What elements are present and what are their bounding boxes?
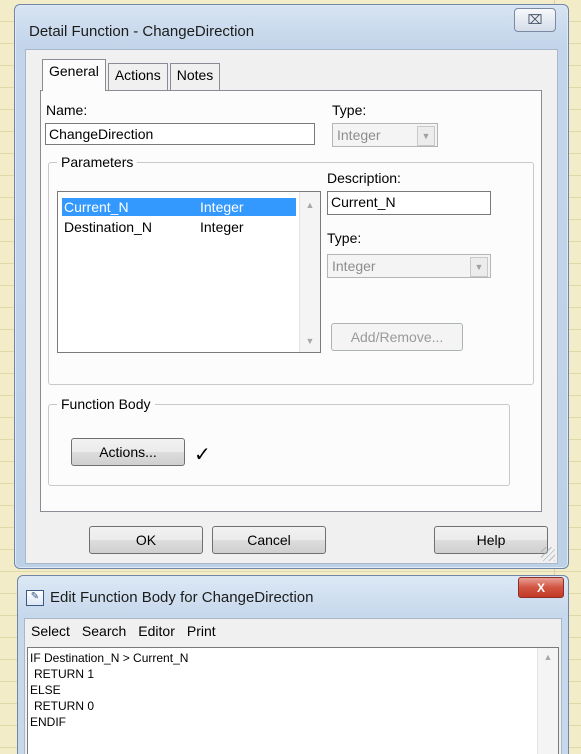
- checkmark-icon: ✓: [194, 444, 211, 466]
- dialog-title: Detail Function - ChangeDirection: [29, 23, 255, 40]
- code-line: IF Destination_N > Current_N: [30, 651, 189, 665]
- code-line: ENDIF: [30, 715, 66, 729]
- code-line: RETURN 1: [34, 667, 95, 681]
- menu-print[interactable]: Print: [181, 619, 222, 643]
- parameter-type-select-value: Integer: [332, 258, 376, 274]
- tab-general[interactable]: General: [42, 59, 106, 91]
- chevron-down-icon[interactable]: ▼: [470, 257, 488, 277]
- scroll-down-icon[interactable]: ▼: [300, 336, 320, 346]
- tab-strip: General Actions Notes: [42, 59, 222, 91]
- menu-select[interactable]: Select: [25, 619, 76, 643]
- menu-editor[interactable]: Editor: [132, 619, 181, 643]
- parameters-group-caption: Parameters: [57, 154, 138, 170]
- parameters-scrollbar[interactable]: ▲ ▼: [299, 192, 320, 352]
- menu-search[interactable]: Search: [76, 619, 132, 643]
- parameters-group: Parameters Current_N Integer Destination…: [48, 154, 534, 385]
- resize-grip[interactable]: [541, 547, 555, 561]
- parameter-name: Current_N: [64, 199, 129, 215]
- list-item[interactable]: Destination_N Integer: [62, 218, 296, 236]
- menu-bar: Select Search Editor Print: [25, 619, 222, 643]
- function-body-group: Function Body Actions... ✓: [48, 396, 510, 486]
- code-line: RETURN 0: [34, 699, 95, 713]
- type-label: Type:: [332, 102, 367, 118]
- parameter-type: Integer: [200, 219, 244, 235]
- edit-function-body-window: ✎ Edit Function Body for ChangeDirection…: [17, 575, 569, 754]
- parameter-name: Destination_N: [64, 219, 152, 235]
- parameter-type: Integer: [200, 199, 244, 215]
- general-tab-panel: Name: ChangeDirection Type: Integer ▼ Pa…: [40, 90, 542, 512]
- type-select-value: Integer: [337, 127, 381, 143]
- ok-button[interactable]: OK: [89, 526, 203, 554]
- parameter-type-select[interactable]: Integer ▼: [327, 254, 491, 278]
- close-icon[interactable]: X: [518, 577, 564, 598]
- editor-client: Select Search Editor Print IF Destinatio…: [24, 618, 562, 754]
- type-select[interactable]: Integer ▼: [332, 123, 438, 147]
- actions-button[interactable]: Actions...: [71, 438, 185, 466]
- scroll-up-icon[interactable]: ▲: [538, 652, 558, 662]
- help-button[interactable]: Help: [434, 526, 548, 554]
- dialog-client: General Actions Notes Name: ChangeDirect…: [25, 49, 558, 564]
- tab-notes[interactable]: Notes: [169, 63, 221, 90]
- name-field[interactable]: ChangeDirection: [45, 123, 315, 145]
- close-icon[interactable]: ⌧: [514, 8, 556, 32]
- editor-app-icon: ✎: [26, 590, 44, 606]
- chevron-down-icon[interactable]: ▼: [417, 126, 435, 146]
- editor-window-title: Edit Function Body for ChangeDirection: [50, 589, 314, 606]
- description-label: Description:: [327, 170, 401, 186]
- parameters-list[interactable]: Current_N Integer Destination_N Integer …: [57, 191, 321, 353]
- code-line: ELSE: [30, 683, 61, 697]
- name-label: Name:: [46, 102, 88, 118]
- tab-actions[interactable]: Actions: [107, 63, 168, 90]
- add-remove-button[interactable]: Add/Remove...: [331, 323, 463, 351]
- editor-scrollbar[interactable]: ▲: [537, 648, 558, 754]
- detail-function-dialog: Detail Function - ChangeDirection ⌧ Gene…: [14, 4, 569, 569]
- list-item[interactable]: Current_N Integer: [62, 198, 296, 216]
- description-field[interactable]: Current_N: [327, 191, 491, 215]
- function-body-group-caption: Function Body: [57, 396, 155, 412]
- scroll-up-icon[interactable]: ▲: [300, 200, 320, 210]
- cancel-button[interactable]: Cancel: [212, 526, 326, 554]
- code-editor[interactable]: IF Destination_N > Current_N RETURN 1 EL…: [27, 647, 559, 754]
- parameter-type-label: Type:: [327, 230, 362, 246]
